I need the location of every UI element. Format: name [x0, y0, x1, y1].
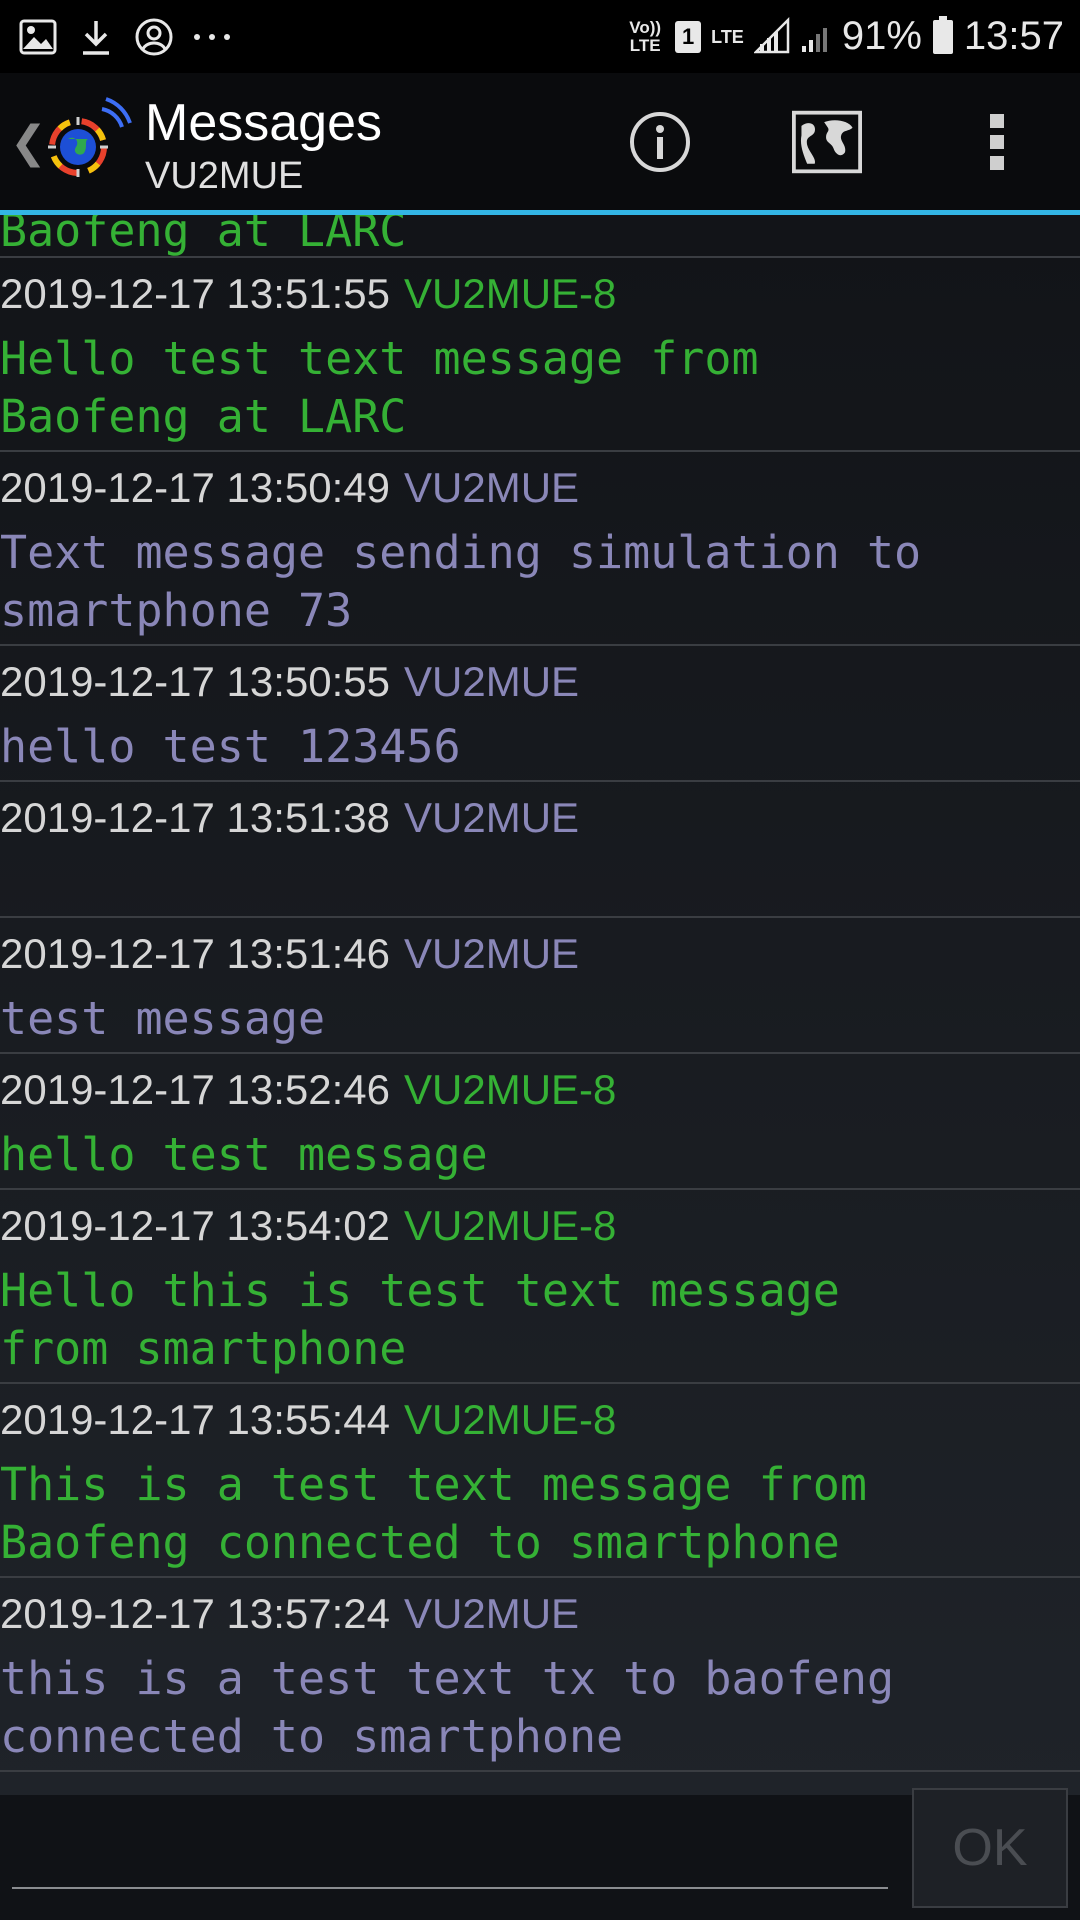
volte-indicator: Vo)) LTE: [629, 17, 662, 55]
message-item[interactable]: 2019-12-17 13:51:46 VU2MUE test message: [0, 918, 1080, 1054]
more-horiz-icon: [192, 17, 232, 57]
message-item[interactable]: 2019-12-17 13:52:46 VU2MUE-8 hello test me…: [0, 1054, 1080, 1190]
message-callsign: VU2MUE: [404, 794, 580, 841]
ok-button[interactable]: OK: [912, 1788, 1068, 1908]
message-header: 2019-12-17 13:51:46 VU2MUE: [0, 918, 1080, 990]
message-item[interactable]: 2019-12-17 13:55:44 VU2MUE-8 This is a tes…: [0, 1384, 1080, 1578]
message-text: This is a test text message from Baofeng…: [0, 1458, 867, 1569]
message-item[interactable]: 2019-12-17 13:51:38 VU2MUE: [0, 782, 1080, 918]
message-callsign: VU2MUE: [404, 658, 580, 705]
clock: 13:57: [963, 14, 1064, 58]
message-timestamp: 2019-12-17 13:54:02: [0, 1202, 390, 1249]
status-bar: Vo)) LTE 1 LTE 91% 13:57: [0, 0, 1080, 73]
status-bar-system: Vo)) LTE 1 LTE 91% 13:57: [625, 0, 1064, 73]
message-callsign: VU2MUE: [404, 930, 580, 977]
sim-slot-number: 1: [682, 23, 695, 49]
message-callsign: VU2MUE: [404, 464, 580, 511]
map-icon[interactable]: [792, 107, 862, 177]
message-text: hello test message: [0, 1128, 488, 1181]
overflow-menu-icon[interactable]: [962, 107, 1032, 177]
message-item[interactable]: 2019-12-17 13:57:24 VU2MUE this is a test …: [0, 1578, 1080, 1772]
message-header: 2019-12-17 13:52:46 VU2MUE-8: [0, 1054, 1080, 1126]
message-item[interactable]: 2019-12-17 13:54:02 VU2MUE-8 Hello this is…: [0, 1190, 1080, 1384]
account-circle-icon: [134, 17, 174, 57]
message-timestamp: 2019-12-17 13:51:55: [0, 270, 390, 317]
sim-icon: 1: [675, 20, 702, 53]
image-icon: [18, 17, 58, 57]
message-timestamp: 2019-12-17 13:50:55: [0, 658, 390, 705]
message-header: 2019-12-17 13:50:55 VU2MUE: [0, 646, 1080, 718]
battery-percentage: 91%: [841, 14, 922, 58]
info-icon[interactable]: [625, 107, 695, 177]
message-text: [0, 854, 1080, 912]
page-title: Messages: [145, 94, 382, 152]
message-timestamp: 2019-12-17 13:57:24: [0, 1590, 390, 1637]
message-callsign: VU2MUE-8: [404, 270, 617, 317]
message-callsign: VU2MUE-8: [404, 1202, 617, 1249]
message-timestamp: 2019-12-17 13:50:49: [0, 464, 390, 511]
message-input-underline: [12, 1887, 888, 1889]
message-header: 2019-12-17 13:50:49 VU2MUE: [0, 452, 1080, 524]
message-header: 2019-12-17 13:55:44 VU2MUE-8: [0, 1384, 1080, 1456]
signal-strength-2-icon: [800, 16, 832, 58]
status-bar-notifications: [18, 0, 232, 73]
message-text: this is a test text tx to baofeng connec…: [0, 1652, 895, 1763]
message-text: Hello test text message from Baofeng at …: [0, 332, 759, 443]
message-timestamp: 2019-12-17 13:52:46: [0, 1066, 390, 1113]
message-item[interactable]: 2019-12-17 13:50:49 VU2MUE Text message se…: [0, 452, 1080, 646]
message-item[interactable]: Baofeng at LARC: [0, 215, 1080, 258]
message-header: 2019-12-17 13:57:24 VU2MUE: [0, 1578, 1080, 1650]
message-list[interactable]: Baofeng at LARC 2019-12-17 13:51:55 VU2MUE…: [0, 215, 1080, 1795]
download-icon: [76, 17, 116, 57]
message-timestamp: 2019-12-17 13:51:38: [0, 794, 390, 841]
action-bar: ❮ Messages VU2MUE: [0, 73, 1080, 210]
app-logo-icon[interactable]: [40, 95, 132, 187]
message-item[interactable]: 2019-12-17 13:51:55 VU2MUE-8 Hello test te…: [0, 258, 1080, 452]
message-header: 2019-12-17 13:51:38 VU2MUE: [0, 782, 1080, 854]
message-input[interactable]: [12, 1820, 892, 1888]
message-callsign: VU2MUE: [404, 1590, 580, 1637]
battery-icon: [932, 15, 954, 59]
lte-indicator: LTE: [711, 26, 744, 47]
message-timestamp: 2019-12-17 13:51:46: [0, 930, 390, 977]
message-header: 2019-12-17 13:54:02 VU2MUE-8: [0, 1190, 1080, 1262]
message-text: test message: [0, 992, 326, 1045]
message-callsign: VU2MUE-8: [404, 1066, 617, 1113]
message-item[interactable]: 2019-12-17 13:50:55 VU2MUE hello test 1234…: [0, 646, 1080, 782]
message-text: Text message sending simulation to smart…: [0, 526, 922, 637]
message-text: hello test 123456: [0, 720, 461, 773]
signal-strength-icon: [752, 16, 790, 58]
message-header: 2019-12-17 13:51:55 VU2MUE-8: [0, 258, 1080, 330]
message-timestamp: 2019-12-17 13:55:44: [0, 1396, 390, 1443]
message-callsign: VU2MUE-8: [404, 1396, 617, 1443]
message-text: Hello this is test text message from sma…: [0, 1264, 840, 1375]
page-subtitle: VU2MUE: [145, 155, 304, 197]
